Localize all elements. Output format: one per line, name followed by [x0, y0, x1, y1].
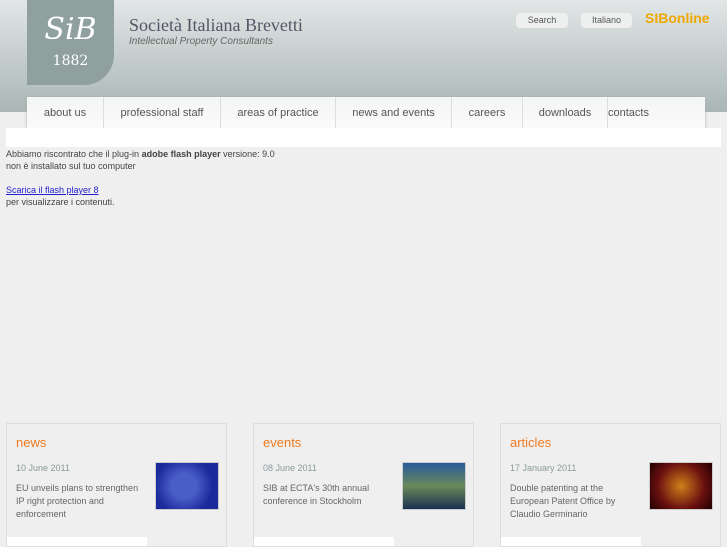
nav-careers[interactable]: careers [452, 97, 523, 128]
language-button[interactable]: Italiano [581, 13, 632, 28]
card-date: 08 June 2011 [263, 463, 317, 473]
msg-text: Abbiamo riscontrato che il plug-in [6, 149, 142, 159]
card-title[interactable]: articles [510, 435, 551, 450]
ip-value-image[interactable] [649, 462, 713, 510]
nav-downloads[interactable]: downloads [523, 97, 608, 128]
news-card: news 10 June 2011 EU unveils plans to st… [6, 423, 227, 547]
download-flash-link[interactable]: Scarica il flash player 8 [6, 185, 99, 195]
nav-contacts[interactable]: contacts [608, 97, 672, 128]
card-text[interactable]: Double patenting at the European Patent … [510, 482, 640, 521]
main-nav: about us professional staff areas of pra… [27, 97, 705, 128]
search-button[interactable]: Search [516, 13, 568, 28]
nav-about-us[interactable]: about us [27, 97, 104, 128]
card-date: 10 June 2011 [16, 463, 70, 473]
msg-bold: adobe flash player [141, 149, 221, 159]
card-text[interactable]: SIB at ECTA's 30th annual conference in … [263, 482, 393, 508]
logo-year: 1882 [52, 53, 89, 69]
msg-text: per visualizzare i contenuti. [6, 197, 115, 207]
card-title[interactable]: news [16, 435, 46, 450]
nav-professional-staff[interactable]: professional staff [104, 97, 221, 128]
card-text[interactable]: EU unveils plans to strengthen IP right … [16, 482, 146, 521]
nav-news-and-events[interactable]: news and events [336, 97, 452, 128]
events-card: events 08 June 2011 SIB at ECTA's 30th a… [253, 423, 474, 547]
msg-text: versione: 9.0 [220, 149, 275, 159]
card-date: 17 January 2011 [510, 463, 577, 473]
flash-message: Abbiamo riscontrato che il plug-in adobe… [6, 148, 275, 208]
content-strip [6, 128, 721, 147]
header: SiB 1882 Società Italiana Brevetti Intel… [0, 0, 727, 112]
sib-online-logo[interactable]: SIBonline [645, 10, 710, 26]
brand-subtitle: Intellectual Property Consultants [129, 36, 273, 47]
ecta-image[interactable] [402, 462, 466, 510]
card-title[interactable]: events [263, 435, 301, 450]
articles-card: articles 17 January 2011 Double patentin… [500, 423, 721, 547]
brand: Società Italiana Brevetti Intellectual P… [129, 15, 303, 47]
logo-text: SiB [44, 12, 97, 47]
nav-areas-of-practice[interactable]: areas of practice [221, 97, 336, 128]
brand-title: Società Italiana Brevetti [129, 15, 303, 35]
msg-text: non è installato sul tuo computer [6, 161, 136, 171]
eu-flag-image[interactable] [155, 462, 219, 510]
sib-logo[interactable]: SiB 1882 [27, 0, 114, 85]
